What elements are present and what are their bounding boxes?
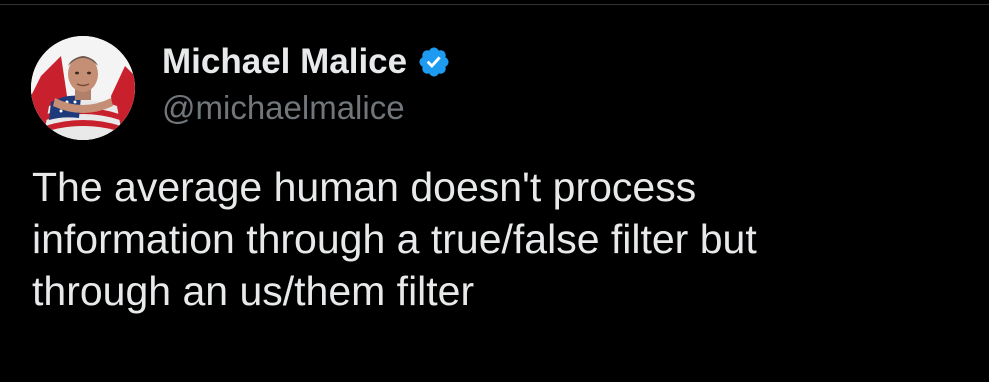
author-handle[interactable]: @michaelmalice	[162, 86, 451, 130]
author-display-name[interactable]: Michael Malice	[162, 40, 407, 84]
tweet-text: The average human doesn't process inform…	[32, 164, 757, 314]
tweet-header: Michael Malice @michaelmalice	[31, 36, 961, 140]
author-identity: Michael Malice @michaelmalice	[162, 40, 451, 130]
verified-badge-icon[interactable]	[417, 45, 451, 79]
top-divider	[0, 4, 989, 5]
tweet[interactable]: Michael Malice @michaelmalice The averag…	[31, 36, 961, 317]
name-row: Michael Malice	[162, 40, 451, 84]
avatar[interactable]	[31, 36, 135, 140]
avatar-image	[31, 36, 135, 140]
